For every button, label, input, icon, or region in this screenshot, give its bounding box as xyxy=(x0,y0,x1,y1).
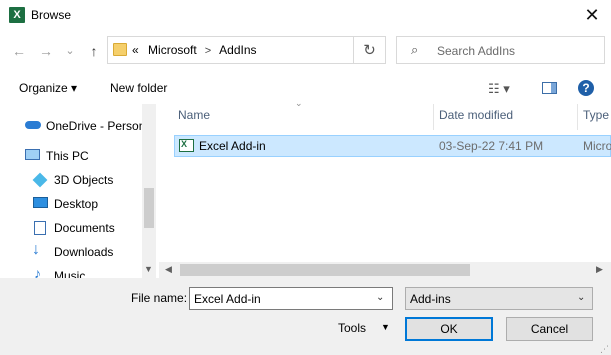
breadcrumb-overflow[interactable]: « xyxy=(132,43,139,57)
folder-icon xyxy=(113,43,127,56)
sidebar-item-this-pc[interactable]: This PC xyxy=(0,144,142,168)
new-folder-button[interactable]: New folder xyxy=(110,81,167,95)
column-header-name[interactable]: Name xyxy=(178,108,210,122)
recent-locations-dropdown[interactable]: ⌄ xyxy=(60,41,80,61)
sidebar-item-onedrive[interactable]: OneDrive - Person xyxy=(0,114,146,138)
preview-pane-icon[interactable] xyxy=(542,82,557,94)
search-box[interactable]: ⌕ Search AddIns xyxy=(396,36,605,64)
cancel-button[interactable]: Cancel xyxy=(506,317,593,341)
music-icon: ♪ xyxy=(34,265,41,278)
horizontal-scroll-thumb[interactable] xyxy=(180,264,470,276)
file-name-combobox[interactable]: Excel Add-in ⌄ xyxy=(189,287,393,310)
file-date-cell: 03-Sep-22 7:41 PM xyxy=(439,139,544,153)
cube-icon xyxy=(32,172,48,188)
sidebar-item-label: Downloads xyxy=(54,245,114,259)
file-name-value[interactable]: Excel Add-in xyxy=(194,292,261,306)
command-bar xyxy=(0,74,611,102)
column-divider[interactable] xyxy=(577,104,578,130)
scroll-right-arrow-icon[interactable]: ▶ xyxy=(596,264,603,275)
resize-grip-icon[interactable]: ⋰ xyxy=(600,344,609,355)
download-icon: ↓ xyxy=(32,241,40,258)
help-icon[interactable]: ? xyxy=(578,80,594,96)
sidebar-item-label: This PC xyxy=(46,149,89,163)
breadcrumb: « Microsoft > AddIns xyxy=(132,43,257,57)
window-title: Browse xyxy=(31,8,72,22)
sidebar-item-music[interactable]: ♪ Music xyxy=(0,264,142,278)
chevron-down-icon[interactable]: ⌄ xyxy=(577,292,585,303)
sidebar-item-label: OneDrive - Person xyxy=(46,119,146,133)
file-type-cell: Micro xyxy=(583,139,611,153)
sidebar-item-documents[interactable]: Documents xyxy=(0,216,142,240)
scroll-left-arrow-icon[interactable]: ◀ xyxy=(165,264,172,275)
sidebar-item-3d-objects[interactable]: 3D Objects xyxy=(0,168,142,192)
excel-app-icon: X xyxy=(9,7,25,23)
search-icon: ⌕ xyxy=(411,42,419,57)
sidebar-item-desktop[interactable]: Desktop xyxy=(0,192,142,216)
tools-button[interactable]: Tools xyxy=(338,321,366,335)
sidebar-item-downloads[interactable]: ↓ Downloads xyxy=(0,240,142,264)
address-bar[interactable]: « Microsoft > AddIns xyxy=(107,36,386,64)
title-bar xyxy=(0,0,611,31)
navigation-pane: OneDrive - Person This PC 3D Objects Des… xyxy=(0,104,156,278)
search-placeholder: Search AddIns xyxy=(437,44,516,58)
file-name-cell[interactable]: Excel Add-in xyxy=(199,139,266,153)
breadcrumb-separator-icon[interactable]: > xyxy=(197,45,219,57)
column-header-date-modified[interactable]: Date modified xyxy=(439,108,513,122)
desktop-icon xyxy=(33,197,48,208)
forward-button[interactable]: → xyxy=(36,41,56,61)
navigation-scroll-thumb[interactable] xyxy=(144,188,154,228)
up-button[interactable]: ↑ xyxy=(84,41,104,61)
sidebar-item-label: Desktop xyxy=(54,197,99,211)
back-button[interactable]: ← xyxy=(9,41,29,61)
column-divider[interactable] xyxy=(433,104,434,130)
excel-file-icon xyxy=(179,139,194,152)
sidebar-item-label: Music xyxy=(54,269,86,278)
organize-button[interactable]: Organize ▾ xyxy=(19,81,77,95)
ok-button[interactable]: OK xyxy=(405,317,493,341)
file-type-select[interactable]: Add-ins ⌄ xyxy=(405,287,593,310)
breadcrumb-item-addins[interactable]: AddIns xyxy=(219,43,256,57)
file-type-value: Add-ins xyxy=(410,292,451,306)
monitor-icon xyxy=(25,149,40,160)
breadcrumb-item-microsoft[interactable]: Microsoft xyxy=(142,43,197,57)
column-header-type[interactable]: Type xyxy=(583,108,609,122)
cloud-icon xyxy=(25,121,41,129)
sidebar-item-label: Documents xyxy=(54,221,115,235)
change-view-icon[interactable]: ☷ ▾ xyxy=(488,81,510,97)
chevron-down-icon[interactable]: ⌄ xyxy=(376,292,384,303)
tools-dropdown-icon[interactable]: ▼ xyxy=(381,322,390,332)
file-list xyxy=(159,104,611,278)
document-icon xyxy=(34,221,46,235)
scroll-down-arrow-icon[interactable]: ▼ xyxy=(144,264,153,274)
sidebar-item-label: 3D Objects xyxy=(54,173,114,187)
sort-caret-icon: ⌄ xyxy=(295,98,303,108)
close-button[interactable]: ✕ xyxy=(578,3,606,27)
refresh-button[interactable]: ↻ xyxy=(353,36,386,64)
file-name-label: File name: xyxy=(131,291,188,305)
